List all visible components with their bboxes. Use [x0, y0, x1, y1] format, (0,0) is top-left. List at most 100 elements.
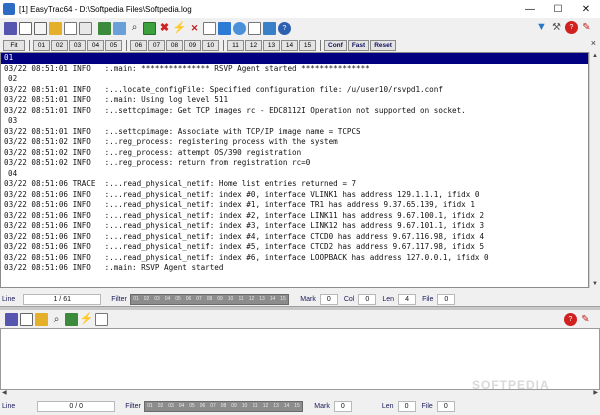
filter-icon[interactable]: ▼ — [535, 21, 548, 34]
mark-label: Mark — [300, 295, 316, 303]
len-label: Len — [382, 295, 395, 303]
filter-cell: 05 — [189, 403, 195, 409]
log-line[interactable]: 03/22 08:51:02 INFO :..reg_process: regi… — [1, 137, 588, 148]
watermark: SOFTPEDIA — [472, 378, 550, 392]
lightning-icon[interactable]: ⚡ — [80, 313, 94, 326]
filter-button-02[interactable]: 02 — [51, 39, 68, 51]
open-icon[interactable] — [35, 313, 48, 326]
export-icon[interactable] — [218, 21, 231, 35]
log-line[interactable]: 03/22 08:51:06 INFO :...read_physical_ne… — [1, 242, 588, 253]
log-line[interactable]: 03/22 08:51:02 INFO :..reg_process: retu… — [1, 158, 588, 169]
filter-cell: 04 — [178, 403, 185, 409]
log-line[interactable]: 03/22 08:51:06 INFO :...read_physical_ne… — [1, 232, 588, 243]
scroll-down-icon[interactable]: ▼ — [592, 281, 598, 287]
log-line[interactable]: 03/22 08:51:01 INFO :.main: ************… — [1, 64, 588, 75]
pen-icon[interactable]: ✎ — [579, 313, 592, 326]
document-icon[interactable] — [64, 21, 77, 35]
filter-button-08[interactable]: 08 — [166, 39, 183, 51]
table-icon[interactable] — [65, 313, 78, 326]
log-line[interactable]: 03/22 08:51:01 INFO :.main: Using log le… — [1, 95, 588, 106]
filter-button-10[interactable]: 10 — [202, 39, 219, 51]
log-line[interactable]: 03/22 08:51:06 TRACE :...read_physical_n… — [1, 179, 588, 190]
page-icon[interactable] — [203, 21, 216, 35]
log-line[interactable]: 03/22 08:51:06 INFO :...read_physical_ne… — [1, 190, 588, 201]
fast-button[interactable]: Fast — [347, 39, 370, 51]
font-icon[interactable] — [248, 21, 261, 35]
filter-button-09[interactable]: 09 — [184, 39, 201, 51]
search-icon[interactable]: ⌕ — [128, 22, 141, 35]
log-line[interactable]: 03/22 08:51:06 INFO :.main: RSVP Agent s… — [1, 263, 588, 274]
filter-cell: 13 — [259, 296, 265, 302]
filter-cell: 02 — [143, 296, 150, 302]
log-line[interactable]: 03/22 08:51:02 INFO :..reg_process: atte… — [1, 148, 588, 159]
question-icon[interactable]: ? — [564, 313, 577, 326]
log-line[interactable]: 03/22 08:51:01 INFO :...locate_configFil… — [1, 85, 588, 96]
question-icon[interactable]: ? — [565, 21, 578, 34]
log-line[interactable]: 03/22 08:51:06 INFO :...read_physical_ne… — [1, 221, 588, 232]
timer-icon[interactable] — [233, 21, 246, 35]
filter-indicator: 01 02 03 04 05 06 07 08 09 10 11 12 13 14 15 — [143, 400, 304, 412]
save-icon[interactable] — [5, 313, 18, 326]
log-line[interactable]: 03/22 08:51:06 INFO :...read_physical_ne… — [1, 211, 588, 222]
line-label: Line — [2, 402, 16, 410]
log-line[interactable]: 03/22 08:51:01 INFO :..settcpimage: Asso… — [1, 127, 588, 138]
filter-button-04[interactable]: 04 — [87, 39, 104, 51]
filter-button-13[interactable]: 13 — [263, 39, 280, 51]
monitor-icon[interactable] — [143, 21, 156, 35]
log-line[interactable]: 03/22 08:51:01 INFO :..settcpimage: Get … — [1, 106, 588, 117]
page-icon[interactable] — [95, 313, 108, 326]
filter-cell: 01 — [133, 296, 139, 302]
paste-icon[interactable] — [34, 21, 47, 35]
log-section-marker[interactable]: 01 — [1, 53, 588, 64]
copy-icon[interactable] — [20, 313, 33, 326]
close-red-icon[interactable]: ✖ — [158, 22, 171, 35]
pane-splitter[interactable] — [0, 306, 600, 310]
log-line[interactable]: 03/22 08:51:06 INFO :...read_physical_ne… — [1, 253, 588, 264]
filter-cell: 03 — [168, 403, 174, 409]
tools-icon[interactable]: ⚒ — [550, 21, 563, 34]
table-icon[interactable] — [98, 21, 111, 35]
scroll-up-icon[interactable]: ▲ — [592, 53, 598, 59]
calendar-icon[interactable] — [263, 21, 276, 35]
help-icon[interactable]: ? — [278, 21, 291, 35]
fit-button[interactable]: Fit — [3, 39, 25, 51]
print-icon[interactable] — [79, 21, 92, 35]
log-section-marker[interactable]: 02 — [1, 74, 588, 85]
reset-button[interactable]: Reset — [370, 39, 396, 51]
divider — [126, 39, 127, 51]
filter-button-11[interactable]: 11 — [227, 39, 244, 51]
filter-button-06[interactable]: 06 — [130, 39, 147, 51]
log-line[interactable]: 03/22 08:51:06 INFO :...read_physical_ne… — [1, 200, 588, 211]
pen-icon[interactable]: ✎ — [580, 21, 593, 34]
close-toolbar-icon[interactable]: × — [591, 38, 596, 48]
log-view[interactable]: 01 03/22 08:51:01 INFO :.main: **********… — [0, 52, 589, 288]
image-icon[interactable] — [113, 21, 126, 35]
mark-label: Mark — [314, 402, 330, 410]
log-section-marker[interactable]: 03 — [1, 116, 588, 127]
close-button[interactable]: ✕ — [572, 0, 600, 18]
len-value: 4 — [398, 293, 417, 305]
search-icon[interactable]: ⌕ — [50, 313, 63, 326]
filter-button-03[interactable]: 03 — [69, 39, 86, 51]
minimize-button[interactable]: — — [516, 0, 544, 18]
open-icon[interactable] — [49, 21, 62, 35]
conf-button[interactable]: Conf — [324, 39, 347, 51]
log-section-marker[interactable]: 04 — [1, 169, 588, 180]
filter-button-14[interactable]: 14 — [281, 39, 298, 51]
maximize-button[interactable]: ☐ — [544, 0, 572, 18]
save-icon[interactable] — [4, 21, 17, 35]
scroll-left-icon[interactable]: ◀ — [2, 389, 7, 396]
status-bar-bottom: Line 0 / 0 Filter 01 02 03 04 05 06 07 08 09 10 11… — [0, 399, 600, 413]
filter-button-07[interactable]: 07 — [148, 39, 165, 51]
vertical-scrollbar[interactable]: ▲ ▼ — [589, 52, 600, 288]
delete-icon[interactable]: ✕ — [188, 22, 201, 35]
copy-icon[interactable] — [19, 21, 32, 35]
filter-button-01[interactable]: 01 — [33, 39, 50, 51]
filter-button-12[interactable]: 12 — [245, 39, 262, 51]
scroll-right-icon[interactable]: ▶ — [593, 389, 598, 396]
filter-button-05[interactable]: 05 — [105, 39, 122, 51]
filter-cell: 06 — [185, 296, 192, 302]
len-label: Len — [381, 402, 394, 410]
lightning-icon[interactable]: ⚡ — [173, 22, 187, 35]
filter-button-15[interactable]: 15 — [299, 39, 316, 51]
